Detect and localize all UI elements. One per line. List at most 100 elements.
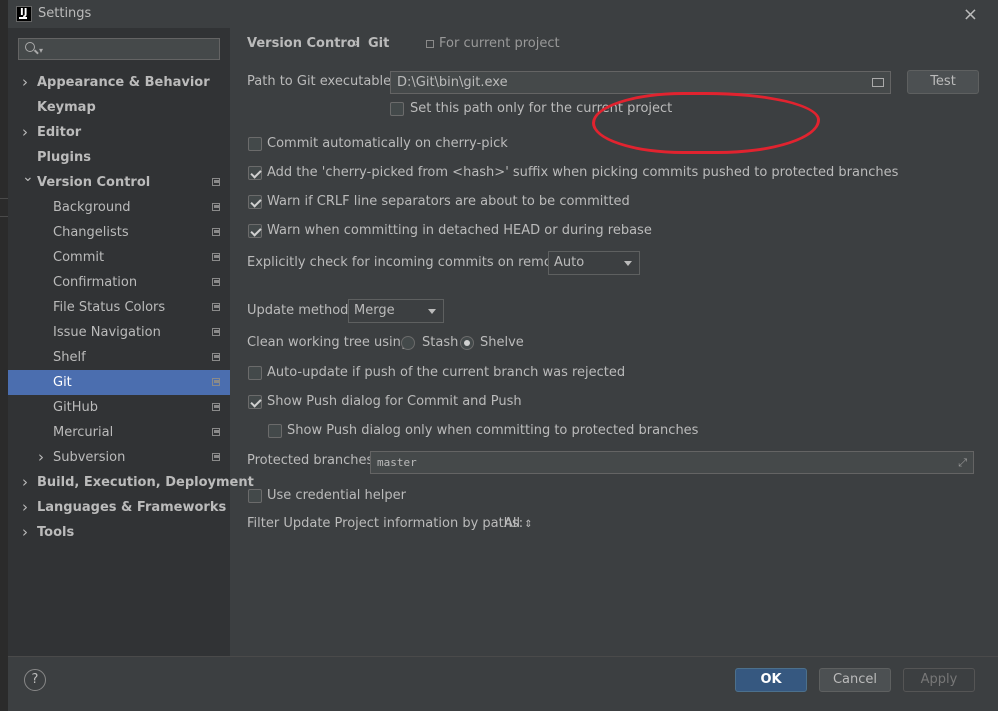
cancel-button[interactable]: Cancel — [819, 668, 891, 692]
sidebar-item-label: Changelists — [53, 225, 129, 240]
sidebar-item-label: Languages & Frameworks — [37, 500, 227, 515]
search-input[interactable]: ▾ — [18, 38, 220, 60]
project-scope-icon — [212, 428, 220, 436]
sidebar-item-issue-navigation[interactable]: Issue Navigation — [8, 320, 230, 345]
filter-paths-select[interactable]: All ⇕ — [504, 516, 533, 531]
sidebar-item-label: Editor — [37, 125, 82, 140]
help-icon[interactable]: ? — [24, 669, 46, 691]
shelve-radio[interactable] — [460, 336, 474, 350]
git-path-label: Path to Git executable: — [247, 74, 396, 89]
sidebar-item-confirmation[interactable]: Confirmation — [8, 270, 230, 295]
breadcrumb-current: Git — [368, 36, 390, 51]
sidebar-item-appearance-behavior[interactable]: › Appearance & Behavior — [8, 70, 230, 95]
chevron-down-icon — [624, 261, 632, 266]
warn-crlf-label: Warn if CRLF line separators are about t… — [267, 194, 630, 209]
sidebar-item-label: Tools — [37, 525, 75, 540]
search-dropdown-icon[interactable]: ▾ — [39, 46, 43, 55]
update-method-value: Merge — [354, 303, 395, 318]
sidebar-item-github[interactable]: GitHub — [8, 395, 230, 420]
chevron-right-icon[interactable]: › — [22, 470, 28, 495]
sidebar-item-label: Appearance & Behavior — [37, 75, 210, 90]
warn-crlf-checkbox[interactable] — [248, 195, 262, 209]
filter-paths-value: All — [504, 516, 521, 531]
test-button[interactable]: Test — [907, 70, 979, 94]
warn-detached-label: Warn when committing in detached HEAD or… — [267, 223, 652, 238]
set-path-project-checkbox[interactable] — [390, 102, 404, 116]
add-cherry-suffix-checkbox[interactable] — [248, 166, 262, 180]
chevron-right-icon[interactable]: › — [22, 70, 28, 95]
sidebar-item-label: Git — [53, 375, 72, 390]
stash-label: Stash — [422, 335, 459, 350]
sidebar-item-label: Build, Execution, Deployment — [37, 475, 254, 490]
project-scope-icon — [212, 353, 220, 361]
settings-sidebar: ▾ › Appearance & Behavior Keymap › Editor Plu… — [8, 28, 254, 656]
sidebar-item-changelists[interactable]: Changelists — [8, 220, 230, 245]
expand-icon[interactable]: ⤢ — [958, 456, 967, 470]
sidebar-item-plugins[interactable]: Plugins — [8, 145, 230, 170]
incoming-commits-value: Auto — [554, 255, 585, 270]
chevron-right-icon[interactable]: › — [22, 495, 28, 520]
chevron-right-icon[interactable]: › — [22, 120, 28, 145]
sidebar-item-label: Subversion — [53, 450, 126, 465]
project-scope-icon — [212, 228, 220, 236]
sidebar-item-git[interactable]: Git — [8, 370, 230, 395]
project-scope-icon — [212, 328, 220, 336]
sidebar-item-languages-frameworks[interactable]: › Languages & Frameworks — [8, 495, 230, 520]
sidebar-item-label: Issue Navigation — [53, 325, 161, 340]
project-scope-icon — [212, 453, 220, 461]
breadcrumb-parent[interactable]: Version Control — [247, 36, 360, 51]
title-bar: IJ Settings × — [8, 0, 998, 28]
credential-helper-checkbox[interactable] — [248, 489, 262, 503]
project-scope-icon — [212, 403, 220, 411]
project-scope-icon — [212, 378, 220, 386]
git-path-value: D:\Git\bin\git.exe — [397, 75, 508, 90]
ok-button[interactable]: OK — [735, 668, 807, 692]
sidebar-item-label: Commit — [53, 250, 105, 265]
sidebar-item-label: Plugins — [37, 150, 91, 165]
auto-update-label: Auto-update if push of the current branc… — [267, 365, 626, 380]
chevron-right-icon[interactable]: › — [38, 445, 44, 470]
auto-update-checkbox[interactable] — [248, 366, 262, 380]
stash-radio[interactable] — [401, 336, 415, 350]
settings-tree: › Appearance & Behavior Keymap › Editor Plugi… — [8, 70, 254, 545]
sidebar-item-file-status-colors[interactable]: File Status Colors — [8, 295, 230, 320]
close-icon[interactable]: × — [963, 4, 978, 25]
sidebar-item-label: Mercurial — [53, 425, 114, 440]
window-title: Settings — [38, 6, 92, 21]
set-path-project-label: Set this path only for the current proje… — [410, 101, 673, 116]
project-scope-icon — [212, 278, 220, 286]
show-push-label: Show Push dialog for Commit and Push — [267, 394, 522, 409]
commit-auto-cherry-checkbox[interactable] — [248, 137, 262, 151]
project-scope-icon — [212, 253, 220, 261]
sidebar-item-mercurial[interactable]: Mercurial — [8, 420, 230, 445]
incoming-commits-select[interactable]: Auto — [548, 251, 640, 275]
update-method-select[interactable]: Merge — [348, 299, 444, 323]
dialog-footer: ? OK Cancel Apply — [8, 656, 998, 711]
sidebar-item-subversion[interactable]: › Subversion — [8, 445, 230, 470]
sidebar-item-keymap[interactable]: Keymap — [8, 95, 230, 120]
sidebar-item-label: Confirmation — [53, 275, 138, 290]
sidebar-item-shelf[interactable]: Shelf — [8, 345, 230, 370]
settings-dialog: IJ Settings × ▾ › Appearance & Behavior Ke… — [8, 0, 998, 711]
sidebar-item-version-control[interactable]: ⌄ Version Control — [8, 169, 230, 195]
show-push-protected-checkbox[interactable] — [268, 424, 282, 438]
intellij-idea-icon: IJ — [16, 6, 32, 22]
git-path-input[interactable]: D:\Git\bin\git.exe — [390, 71, 891, 94]
sidebar-item-background[interactable]: Background — [8, 195, 230, 220]
git-settings-panel: Version Control › Git For current projec… — [230, 28, 998, 656]
chevron-right-icon[interactable]: › — [22, 520, 28, 545]
sidebar-item-editor[interactable]: › Editor — [8, 120, 230, 145]
up-down-arrows-icon: ⇕ — [524, 519, 533, 530]
chevron-down-icon[interactable]: ⌄ — [22, 165, 34, 190]
warn-detached-checkbox[interactable] — [248, 224, 262, 238]
commit-auto-cherry-label: Commit automatically on cherry-pick — [267, 136, 508, 151]
show-push-checkbox[interactable] — [248, 395, 262, 409]
sidebar-item-build-execution-deployment[interactable]: › Build, Execution, Deployment — [8, 470, 254, 495]
background-strip — [0, 0, 8, 711]
folder-icon[interactable] — [872, 78, 884, 87]
protected-branches-input[interactable]: master ⤢ — [370, 451, 974, 474]
project-scope-icon — [212, 178, 220, 186]
sidebar-item-commit[interactable]: Commit — [8, 245, 230, 270]
apply-button[interactable]: Apply — [903, 668, 975, 692]
sidebar-item-tools[interactable]: › Tools — [8, 520, 230, 545]
